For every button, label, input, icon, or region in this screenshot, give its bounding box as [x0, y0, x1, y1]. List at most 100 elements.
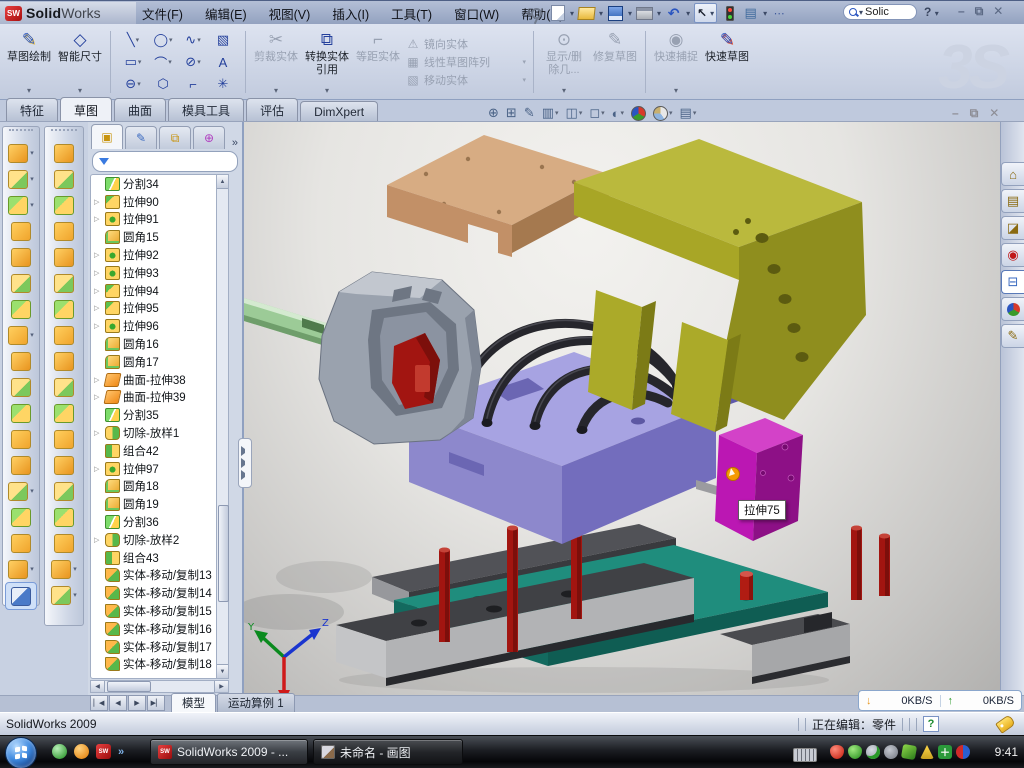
feature-tool-icon[interactable]: ▾ — [3, 400, 39, 426]
more-tools-icon[interactable]: ⋯ — [771, 6, 788, 21]
feature-tree-item[interactable]: 切除-放样2 — [91, 531, 228, 549]
task-pane-tab-icon[interactable]: ◉ — [1001, 243, 1024, 267]
sketch-entity-icon[interactable]: ⊖▾ — [118, 73, 148, 95]
rapid-sketch-button[interactable]: ✎ 快速草图 — [704, 27, 750, 97]
tab-nav-button[interactable]: ▶▏ — [147, 695, 165, 711]
ribbon-tab[interactable]: 曲面 — [114, 98, 166, 121]
feature-tool-icon[interactable]: ▾ — [5, 582, 37, 610]
feature-tree-item[interactable]: 拉伸90 — [91, 193, 228, 211]
feature-tree-item[interactable]: 曲面-拉伸38 — [91, 371, 228, 389]
mold-tool-icon[interactable]: ▾ — [45, 530, 83, 556]
expand-arrow-icon[interactable] — [94, 304, 102, 312]
mold-tool-icon[interactable]: ▾ — [45, 140, 83, 166]
feature-tool-icon[interactable]: ▾ — [3, 426, 39, 452]
task-pane-tab-icon[interactable]: ⊟ — [1001, 270, 1024, 294]
mold-tool-icon[interactable]: ▾ — [45, 322, 83, 348]
part-magenta-insert[interactable] — [715, 418, 803, 541]
mold-tool-icon[interactable]: ▾ — [45, 244, 83, 270]
part-olive-bracket[interactable] — [574, 139, 866, 432]
sketch-entity-icon[interactable]: ⌒▾ — [148, 51, 178, 73]
feature-tree-item[interactable]: 圆角17 — [91, 353, 228, 371]
mold-tool-icon[interactable]: ▾ — [45, 452, 83, 478]
toolbar-grip[interactable] — [9, 129, 33, 138]
mold-tool-icon[interactable]: ▾ — [45, 582, 83, 608]
scroll-down-icon[interactable]: ▼ — [217, 664, 228, 678]
sketch-entity-icon[interactable]: ∿▾ — [178, 29, 208, 51]
menu-item[interactable]: 视图(V) — [269, 4, 311, 23]
feature-tool-icon[interactable]: ▾ — [3, 348, 39, 374]
undo-icon[interactable]: ↶ — [665, 6, 682, 21]
feature-tree-item[interactable]: 实体-移动/复制16 — [91, 620, 228, 638]
expand-arrow-icon[interactable] — [94, 251, 102, 259]
sketch-entity-icon[interactable]: ◯▾ — [148, 29, 178, 51]
feature-tree-item[interactable]: 拉伸96 — [91, 317, 228, 335]
task-pane-tab-icon[interactable]: ◪ — [1001, 216, 1024, 240]
expand-arrow-icon[interactable] — [94, 376, 102, 384]
doc-close-icon[interactable]: ✕ — [989, 106, 999, 121]
quick-launch-expand-icon[interactable]: » — [118, 746, 124, 758]
sketch-entity-icon[interactable]: A▾ — [208, 51, 238, 73]
close-icon[interactable]: ✕ — [993, 4, 1003, 19]
open-file-icon[interactable] — [578, 6, 595, 21]
ribbon-tab[interactable]: 特征 — [6, 98, 58, 121]
view-tool-icon[interactable]: ▾ — [631, 106, 646, 121]
expand-arrow-icon[interactable] — [94, 269, 102, 277]
sketch-entity-icon[interactable]: ▭▾ — [118, 51, 148, 73]
mold-tool-icon[interactable]: ▾ — [45, 400, 83, 426]
expand-arrow-icon[interactable] — [94, 465, 102, 473]
feature-tree-item[interactable]: 拉伸93 — [91, 264, 228, 282]
sketch-entity-icon[interactable]: ⬡▾ — [148, 73, 178, 95]
tree-vertical-scrollbar[interactable]: ▲ ▼ — [216, 174, 229, 679]
tray-icon[interactable] — [938, 745, 952, 759]
tab-nav-button[interactable]: ◀ — [109, 695, 127, 711]
feature-tree-item[interactable]: 组合42 — [91, 442, 228, 460]
more-tabs-button[interactable]: » — [232, 137, 238, 149]
solidworks-shortcut-icon[interactable]: SW — [96, 744, 111, 759]
menu-item[interactable]: 插入(I) — [332, 4, 369, 23]
mold-tool-icon[interactable]: ▾ — [45, 270, 83, 296]
convert-entities-button[interactable]: ⧉ 转换实体引用▾ — [304, 27, 350, 97]
trim-entities-button[interactable]: ✂ 剪裁实体▾ — [253, 27, 299, 97]
scrollbar-thumb[interactable] — [218, 505, 229, 602]
doc-minimize-icon[interactable]: – — [952, 106, 959, 121]
ribbon-tab[interactable]: 评估 — [246, 98, 298, 121]
feature-tree-item[interactable]: 切除-放样1 — [91, 424, 228, 442]
feature-manager-tab[interactable]: ▣ — [91, 124, 123, 149]
task-pane-tab-icon[interactable]: ⌂ — [1001, 162, 1024, 186]
feature-tool-icon[interactable]: ▾ — [3, 244, 39, 270]
help-button[interactable]: ? ▾ — [924, 5, 939, 19]
feature-tool-icon[interactable]: ▾ — [3, 270, 39, 296]
feature-manager-tab[interactable]: ⊕ — [193, 126, 225, 149]
select-tool-button[interactable]: ↖▾ — [694, 3, 717, 23]
tray-icon[interactable] — [848, 745, 862, 759]
search-box[interactable]: ▾ Solic — [843, 4, 917, 20]
feature-tool-icon[interactable]: ▾ — [3, 192, 39, 218]
part-grey-clamp[interactable] — [244, 272, 481, 444]
feature-tree-item[interactable]: 拉伸92 — [91, 246, 228, 264]
feature-tree-item[interactable]: 拉伸94 — [91, 282, 228, 300]
pin-icon[interactable] — [528, 6, 545, 21]
ribbon-tab[interactable]: DimXpert — [300, 101, 378, 121]
feature-tree-item[interactable]: 曲面-拉伸39 — [91, 389, 228, 407]
feature-tool-icon[interactable]: ▾ — [3, 322, 39, 348]
tray-icon[interactable] — [920, 745, 934, 759]
part-base-plate[interactable] — [336, 524, 850, 686]
feature-tree-item[interactable]: 实体-移动/复制18 — [91, 656, 228, 674]
expand-arrow-icon[interactable] — [94, 215, 102, 223]
panel-splitter-handle[interactable] — [238, 438, 252, 488]
status-help-icon[interactable]: ? — [923, 716, 939, 732]
feature-tree-item[interactable]: 组合43 — [91, 549, 228, 567]
expand-arrow-icon[interactable] — [94, 198, 102, 206]
feature-tree-item[interactable]: 分割34 — [91, 175, 228, 193]
menu-item[interactable]: 窗口(W) — [454, 4, 499, 23]
scroll-up-icon[interactable]: ▲ — [217, 175, 228, 189]
rebuild-icon[interactable] — [721, 6, 738, 21]
feature-manager-tab[interactable]: ⧉ — [159, 126, 191, 149]
mold-tool-icon[interactable]: ▾ — [45, 166, 83, 192]
feature-tree-item[interactable]: 实体-移动/复制17 — [91, 638, 228, 656]
scrollbar-thumb[interactable] — [107, 681, 151, 692]
expand-arrow-icon[interactable] — [94, 536, 102, 544]
linear-pattern-button[interactable]: ▦线性草图阵列▾ — [406, 54, 526, 70]
part-small-red-pin[interactable] — [740, 571, 753, 600]
display-delete-relations-button[interactable]: ⊙ 显示/删除几...▾ — [541, 27, 587, 97]
